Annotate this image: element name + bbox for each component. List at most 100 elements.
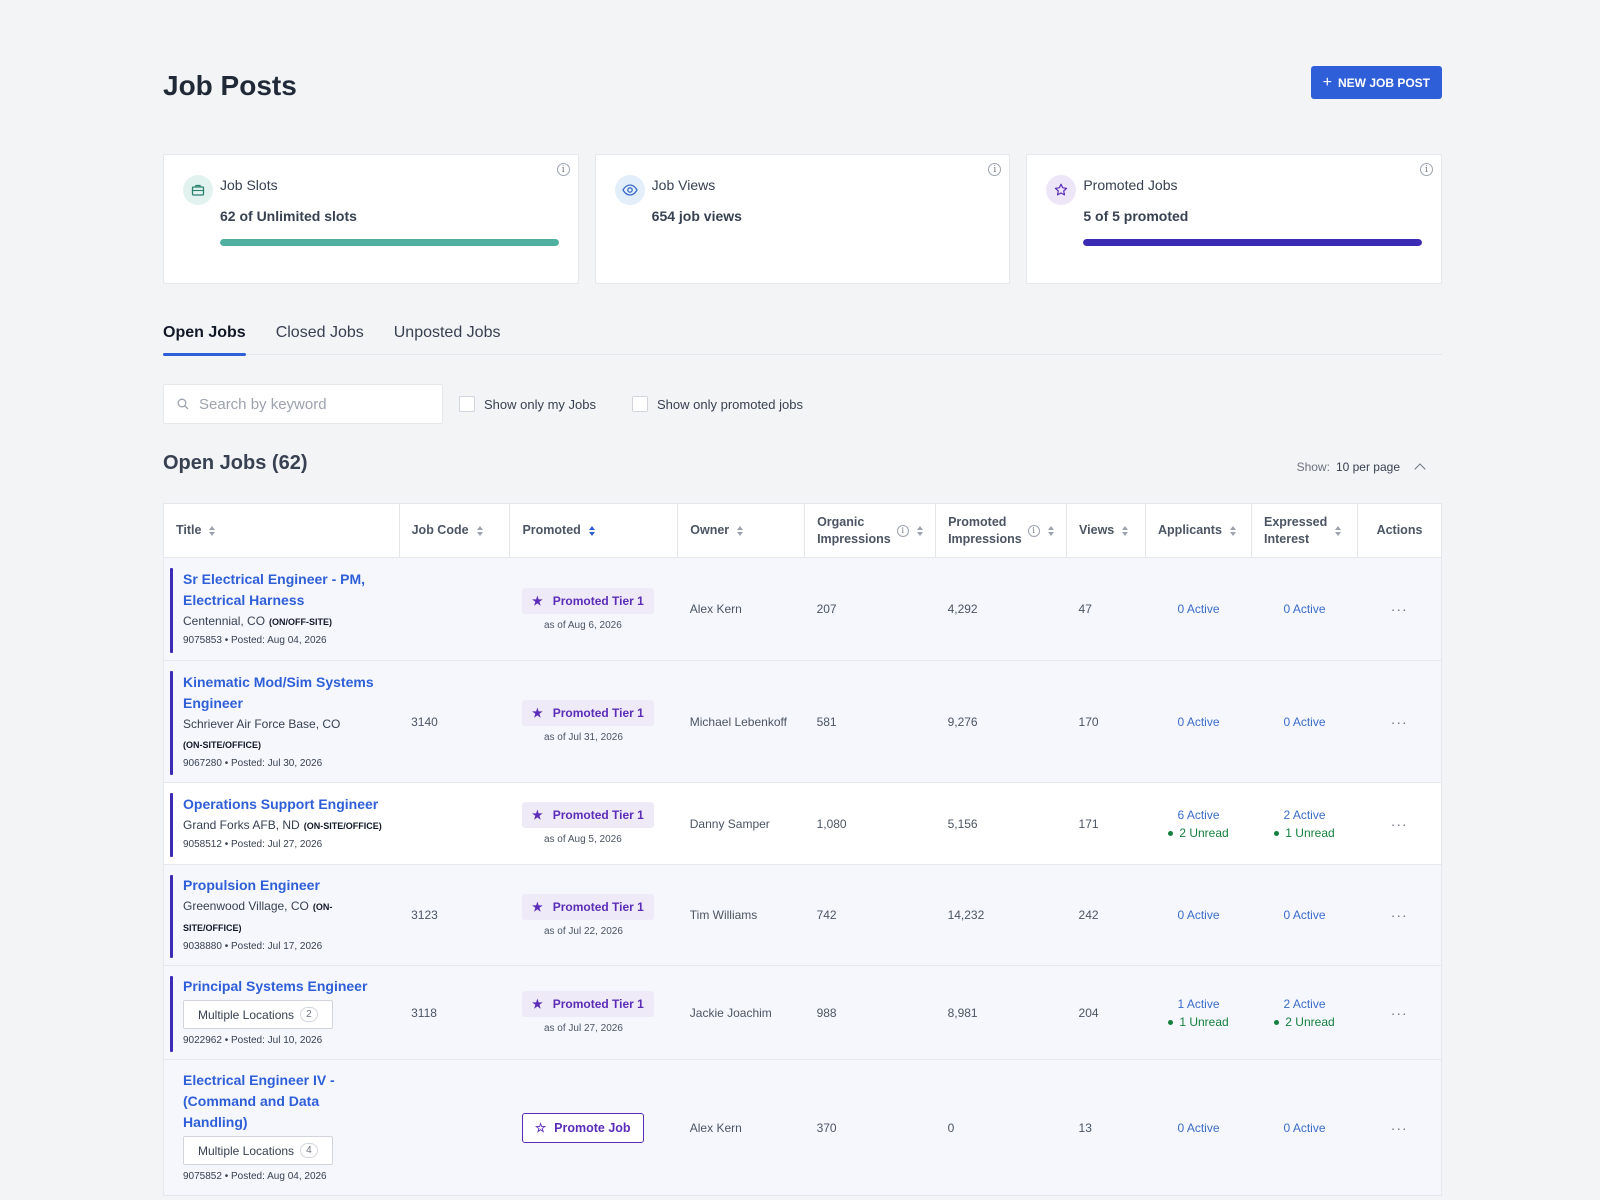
applicants-active-link[interactable]: 6 Active bbox=[1158, 806, 1240, 824]
job-code bbox=[399, 557, 510, 661]
interest-unread-link[interactable]: 1 Unread bbox=[1264, 824, 1346, 842]
applicants-active-link[interactable]: 1 Active bbox=[1158, 995, 1240, 1013]
col-label: Promoted Impressions bbox=[948, 514, 1022, 546]
promoted-impressions: 5,156 bbox=[935, 782, 1067, 865]
job-meta: 9058512 • Posted: Jul 27, 2026 bbox=[183, 839, 323, 850]
info-icon[interactable]: i bbox=[988, 163, 1002, 176]
interest-active-link[interactable]: 2 Active bbox=[1264, 995, 1346, 1013]
promote-job-button[interactable]: ☆ Promote Job bbox=[521, 1112, 644, 1143]
job-title-link[interactable]: Propulsion Engineer bbox=[183, 875, 387, 896]
col-promoted-impressions[interactable]: Promoted Impressions i bbox=[935, 503, 1068, 558]
promoted-badge[interactable]: ★ Promoted Tier 1 bbox=[521, 700, 654, 726]
sort-icon[interactable] bbox=[1047, 525, 1054, 536]
show-my-jobs-checkbox[interactable]: Show only my Jobs bbox=[459, 396, 596, 412]
job-code: 3123 bbox=[399, 864, 510, 966]
applicants-active-link[interactable]: 0 Active bbox=[1158, 906, 1240, 924]
applicants-active-link[interactable]: 0 Active bbox=[1158, 1119, 1240, 1137]
promoted-badge[interactable]: ★ Promoted Tier 1 bbox=[521, 802, 654, 828]
promoted-date: as of Jul 27, 2026 bbox=[543, 1023, 623, 1034]
interest-active-link[interactable]: 0 Active bbox=[1264, 906, 1346, 924]
star-filled-icon: ★ bbox=[531, 593, 543, 608]
col-owner[interactable]: Owner bbox=[677, 503, 806, 558]
more-actions-icon[interactable]: ··· bbox=[1357, 1059, 1442, 1196]
show-promoted-jobs-checkbox[interactable]: Show only promoted jobs bbox=[632, 396, 803, 412]
col-organic-impressions[interactable]: Organic Impressions i bbox=[804, 503, 937, 558]
col-expressed-interest[interactable]: Expressed Interest bbox=[1251, 503, 1358, 558]
checkbox-label: Show only my Jobs bbox=[484, 396, 596, 412]
interest-active-link[interactable]: 0 Active bbox=[1264, 600, 1346, 618]
interest-cell: 0 Active bbox=[1251, 864, 1358, 966]
applicants-active-link[interactable]: 0 Active bbox=[1158, 713, 1240, 731]
job-title-link[interactable]: Kinematic Mod/Sim Systems Engineer bbox=[183, 672, 387, 714]
promoted-jobs-card: Promoted Jobs 5 of 5 promoted i bbox=[1026, 154, 1443, 284]
more-actions-icon[interactable]: ··· bbox=[1357, 557, 1442, 661]
sort-icon[interactable] bbox=[209, 525, 216, 536]
sort-icon[interactable] bbox=[1229, 525, 1236, 536]
col-label: Applicants bbox=[1158, 523, 1222, 537]
more-actions-icon[interactable]: ··· bbox=[1357, 782, 1442, 865]
multiple-locations-chip[interactable]: Multiple Locations 4 bbox=[183, 1136, 333, 1165]
info-icon[interactable]: i bbox=[556, 163, 570, 176]
tab-open-jobs[interactable]: Open Jobs bbox=[163, 320, 246, 356]
col-label: Job Code bbox=[411, 523, 469, 537]
col-job-code[interactable]: Job Code bbox=[399, 503, 511, 558]
job-location: Greenwood Village, CO (ON-SITE/OFFICE) bbox=[183, 899, 333, 933]
card-value: 5 of 5 promoted bbox=[1083, 208, 1189, 224]
checkbox-box[interactable] bbox=[632, 396, 648, 412]
promoted-date: as of Jul 31, 2026 bbox=[543, 732, 623, 743]
more-actions-icon[interactable]: ··· bbox=[1357, 660, 1442, 783]
sort-icon[interactable] bbox=[916, 525, 923, 536]
promoted-badge[interactable]: ★ Promoted Tier 1 bbox=[521, 893, 654, 920]
work-mode: (ON-SITE/OFFICE) bbox=[303, 821, 382, 831]
promoted-label: Promoted Tier 1 bbox=[552, 593, 644, 608]
col-promoted[interactable]: Promoted bbox=[509, 503, 679, 558]
new-job-post-label: NEW JOB POST bbox=[1337, 75, 1430, 90]
plus-icon: + bbox=[1322, 73, 1332, 91]
search-input[interactable] bbox=[199, 395, 429, 413]
promoted-badge[interactable]: ★ Promoted Tier 1 bbox=[521, 991, 654, 1017]
card-value: 62 of Unlimited slots bbox=[220, 208, 357, 224]
checkbox-box[interactable] bbox=[459, 396, 475, 412]
per-page-select[interactable]: Show: 10 per page bbox=[1297, 460, 1426, 475]
interest-unread-link[interactable]: 2 Unread bbox=[1264, 1013, 1346, 1031]
info-icon[interactable]: i bbox=[1420, 163, 1434, 176]
job-title-link[interactable]: Sr Electrical Engineer - PM, Electrical … bbox=[183, 569, 387, 611]
owner: Alex Kern bbox=[677, 557, 805, 661]
interest-active-link[interactable]: 2 Active bbox=[1264, 806, 1346, 824]
more-actions-icon[interactable]: ··· bbox=[1357, 965, 1442, 1060]
info-icon[interactable]: i bbox=[1027, 524, 1040, 537]
job-title-link[interactable]: Electrical Engineer IV - (Command and Da… bbox=[183, 1070, 387, 1133]
applicants-unread-link[interactable]: 1 Unread bbox=[1158, 1013, 1240, 1031]
interest-active-link[interactable]: 0 Active bbox=[1264, 1119, 1346, 1137]
per-page-value: 10 per page bbox=[1335, 460, 1400, 474]
organic-impressions: 1,080 bbox=[804, 782, 936, 865]
promoted-label: Promoted Tier 1 bbox=[552, 899, 644, 914]
views: 242 bbox=[1066, 864, 1146, 966]
info-icon[interactable]: i bbox=[896, 524, 909, 537]
sort-icon[interactable] bbox=[476, 525, 483, 536]
multiple-locations-chip[interactable]: Multiple Locations 2 bbox=[183, 1000, 333, 1029]
col-views[interactable]: Views bbox=[1066, 503, 1147, 558]
job-title-link[interactable]: Principal Systems Engineer bbox=[183, 976, 387, 997]
job-title-cell: Kinematic Mod/Sim Systems Engineer Schri… bbox=[163, 660, 400, 783]
sort-icon[interactable] bbox=[1335, 525, 1342, 536]
promoted-badge[interactable]: ★ Promoted Tier 1 bbox=[521, 587, 654, 614]
applicants-unread-link[interactable]: 2 Unread bbox=[1158, 824, 1240, 842]
sort-icon[interactable] bbox=[1122, 525, 1129, 536]
work-mode: (ON-SITE/OFFICE) bbox=[183, 739, 261, 750]
page-header: Job Posts + NEW JOB POST bbox=[163, 66, 1442, 106]
promoted-progress-fill bbox=[1083, 239, 1423, 246]
tab-closed-jobs[interactable]: Closed Jobs bbox=[276, 320, 364, 355]
sort-icon[interactable] bbox=[737, 525, 744, 536]
sort-icon[interactable] bbox=[588, 525, 595, 536]
col-applicants[interactable]: Applicants bbox=[1145, 503, 1252, 558]
applicants-active-link[interactable]: 0 Active bbox=[1158, 600, 1240, 618]
more-actions-icon[interactable]: ··· bbox=[1357, 864, 1442, 966]
job-title-link[interactable]: Operations Support Engineer bbox=[183, 794, 387, 815]
list-header: Open Jobs (62) Show: 10 per page bbox=[163, 452, 1442, 482]
col-title[interactable]: Title bbox=[163, 503, 400, 558]
work-mode: (ON/OFF-SITE) bbox=[269, 617, 333, 627]
new-job-post-button[interactable]: + NEW JOB POST bbox=[1310, 66, 1442, 99]
interest-active-link[interactable]: 0 Active bbox=[1264, 713, 1346, 731]
tab-unposted-jobs[interactable]: Unposted Jobs bbox=[394, 320, 501, 355]
